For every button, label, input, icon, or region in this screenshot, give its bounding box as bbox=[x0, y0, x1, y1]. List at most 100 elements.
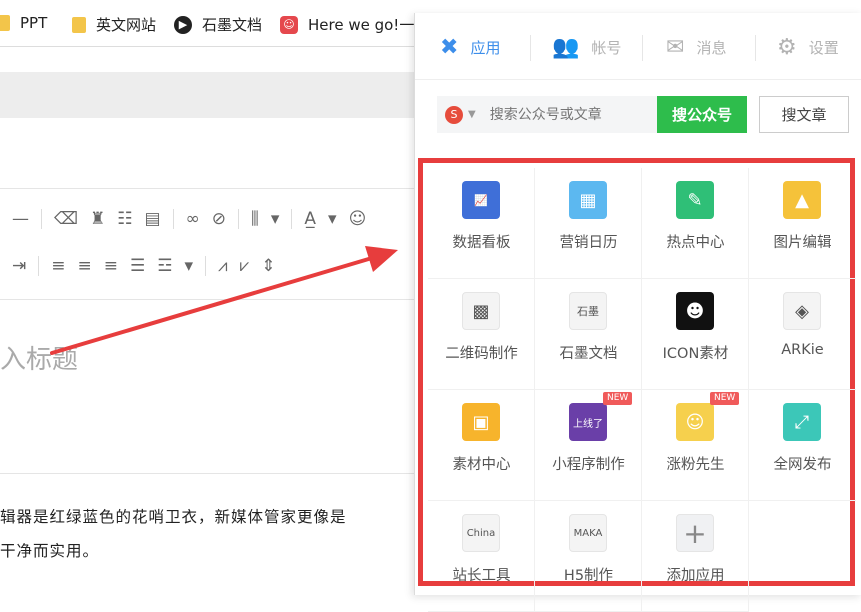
shimo-doc-icon: 石墨 bbox=[569, 292, 607, 330]
emoji-icon[interactable]: ☺ bbox=[349, 209, 367, 229]
tab-label: 帐号 bbox=[591, 39, 622, 57]
editor-header-bar bbox=[0, 72, 416, 118]
tab-messages[interactable]: ✉ 消息 bbox=[666, 35, 726, 60]
link-icon[interactable]: ∞ bbox=[186, 209, 200, 229]
app-item[interactable]: China 站长工具 bbox=[428, 501, 535, 612]
align-center-icon[interactable]: ≡ bbox=[78, 256, 92, 276]
paragraph-icon[interactable]: ☲ bbox=[157, 256, 172, 276]
image-edit-icon: ▲ bbox=[783, 181, 821, 219]
app-label: 热点中心 bbox=[666, 235, 725, 251]
font-size-icon[interactable]: A̲ bbox=[304, 209, 316, 229]
align-justify-icon[interactable]: ☰ bbox=[130, 256, 145, 276]
plus-icon: + bbox=[676, 514, 714, 552]
bookmark-label: PPT bbox=[20, 14, 48, 32]
app-label: ICON素材 bbox=[662, 346, 729, 362]
app-label: 站长工具 bbox=[452, 568, 511, 584]
pen-icon: ✎ bbox=[676, 181, 714, 219]
bookmark-shimo[interactable]: ▶ 石墨文档 bbox=[174, 14, 262, 35]
app-item[interactable]: 📈 数据看板 bbox=[428, 168, 535, 279]
popup-tabs: ✖ 应用 👥 帐号 ✉ 消息 ⚙ 设置 bbox=[415, 13, 861, 80]
tab-label: 消息 bbox=[696, 39, 727, 57]
app-item[interactable]: ✎ 热点中心 bbox=[642, 168, 749, 279]
chevron-down-icon[interactable]: ▾ bbox=[328, 209, 337, 229]
format-brush-icon[interactable]: ♜ bbox=[90, 209, 105, 229]
app-item[interactable]: ▣ 素材中心 bbox=[428, 390, 535, 501]
app-item[interactable]: 上线了 小程序制作 NEW bbox=[535, 390, 642, 501]
account-icon: 👥 bbox=[552, 35, 580, 60]
mascot-icon: ☺ bbox=[676, 403, 714, 441]
editor-divider bbox=[0, 473, 416, 474]
spacing-after-icon[interactable]: ⩗ bbox=[240, 256, 250, 276]
title-placeholder[interactable]: 入标题 bbox=[0, 339, 78, 376]
tab-account[interactable]: 👥 帐号 bbox=[552, 35, 621, 60]
hr-icon[interactable]: — bbox=[12, 209, 29, 229]
spacing-before-icon[interactable]: ⩘ bbox=[218, 256, 228, 276]
message-icon: ✉ bbox=[666, 35, 685, 60]
apps-grid: 📈 数据看板 ▦ 营销日历 ✎ 热点中心 ▲ 图片编辑 ▩ 二维码制作 石墨石墨文档 ☻ ICON素材 ◈… bbox=[428, 168, 856, 612]
body-line: 干净而实用。 bbox=[0, 542, 100, 560]
bookmark-label: Here we go!一小 bbox=[308, 16, 430, 34]
search-input[interactable] bbox=[487, 105, 642, 124]
body-line: 辑器是红绿蓝色的花哨卫衣，新媒体管家更像是 bbox=[0, 508, 347, 526]
app-label: H5制作 bbox=[563, 568, 614, 584]
search-articles-button[interactable]: 搜文章 bbox=[759, 96, 849, 133]
app-item[interactable]: ☺ 涨粉先生 NEW bbox=[642, 390, 749, 501]
bookmark-ppt[interactable]: PPT bbox=[0, 14, 47, 32]
line-height-icon[interactable]: ⇕ bbox=[261, 256, 275, 276]
app-item[interactable]: ▲ 图片编辑 bbox=[749, 168, 856, 279]
app-item[interactable]: ▦ 营销日历 bbox=[535, 168, 642, 279]
sogou-icon[interactable]: S bbox=[445, 105, 463, 124]
icon-material-icon: ☻ bbox=[676, 292, 714, 330]
search-box: S ▼ bbox=[437, 96, 657, 133]
chevron-down-icon[interactable]: ▼ bbox=[468, 109, 476, 120]
app-label: 全网发布 bbox=[773, 457, 832, 473]
qrcode-icon: ▩ bbox=[462, 292, 500, 330]
app-item[interactable]: ☻ ICON素材 bbox=[642, 279, 749, 390]
chart-icon: 📈 bbox=[462, 181, 500, 219]
bookmark-here-we-go[interactable]: ☺ Here we go!一小 bbox=[280, 14, 429, 35]
chinaz-icon: China bbox=[462, 514, 500, 552]
chevron-down-icon[interactable]: ▾ bbox=[271, 209, 280, 229]
align-right-icon[interactable]: ≡ bbox=[104, 256, 118, 276]
app-red-icon: ☺ bbox=[280, 15, 298, 34]
app-label: 小程序制作 bbox=[552, 457, 625, 473]
search-accounts-button[interactable]: 搜公众号 bbox=[657, 96, 747, 133]
app-item[interactable]: 石墨 石墨文档 bbox=[535, 279, 642, 390]
bookmark-label: 英文网站 bbox=[96, 16, 157, 34]
app-item[interactable]: ⤢ 全网发布 bbox=[749, 390, 856, 501]
app-label: ARKie bbox=[781, 342, 824, 358]
eraser-icon[interactable]: ⌫ bbox=[54, 209, 78, 229]
app-label: 图片编辑 bbox=[773, 235, 832, 251]
extension-popup: ✖ 应用 👥 帐号 ✉ 消息 ⚙ 设置 S ▼ 搜公众号 搜文章 📈 数据看板 ▦ 营… bbox=[414, 13, 861, 612]
divider bbox=[755, 35, 756, 61]
unlink-icon[interactable]: ⊘ bbox=[212, 209, 226, 229]
app-label: 添加应用 bbox=[666, 568, 725, 584]
app-label: 石墨文档 bbox=[559, 346, 618, 362]
align-left-icon[interactable]: ≡ bbox=[51, 256, 65, 276]
chevron-down-icon[interactable]: ▾ bbox=[185, 256, 194, 276]
divider bbox=[291, 209, 293, 229]
tab-settings[interactable]: ⚙ 设置 bbox=[777, 35, 839, 60]
arkie-icon: ◈ bbox=[783, 292, 821, 330]
tab-label: 设置 bbox=[808, 39, 839, 57]
indent-icon[interactable]: ⇥ bbox=[12, 256, 26, 276]
app-item[interactable]: ◈ ARKie bbox=[749, 279, 856, 390]
tab-apps[interactable]: ✖ 应用 bbox=[440, 35, 500, 60]
insert-doc-icon[interactable]: ☷ bbox=[117, 209, 132, 229]
column-icon[interactable]: ⫼ bbox=[251, 209, 259, 229]
app-item[interactable]: ▩ 二维码制作 bbox=[428, 279, 535, 390]
gear-icon: ⚙ bbox=[777, 35, 797, 60]
doc-icon[interactable]: ▤ bbox=[145, 209, 161, 229]
apps-highlight-frame: 📈 数据看板 ▦ 营销日历 ✎ 热点中心 ▲ 图片编辑 ▩ 二维码制作 石墨石墨文档 ☻ ICON素材 ◈… bbox=[418, 158, 856, 612]
new-badge: NEW bbox=[710, 392, 740, 405]
divider bbox=[205, 256, 207, 276]
app-item[interactable]: + 添加应用 bbox=[642, 501, 749, 612]
app-item[interactable]: MAKA H5制作 bbox=[535, 501, 642, 612]
app-label: 涨粉先生 bbox=[666, 457, 725, 473]
app-label: 素材中心 bbox=[452, 457, 511, 473]
editor-body[interactable]: 辑器是红绿蓝色的花哨卫衣，新媒体管家更像是 干净而实用。 bbox=[0, 500, 416, 568]
divider bbox=[238, 209, 240, 229]
divider bbox=[172, 209, 174, 229]
shimo-icon: ▶ bbox=[174, 15, 192, 34]
bookmark-english-sites[interactable]: 英文网站 bbox=[72, 14, 156, 35]
